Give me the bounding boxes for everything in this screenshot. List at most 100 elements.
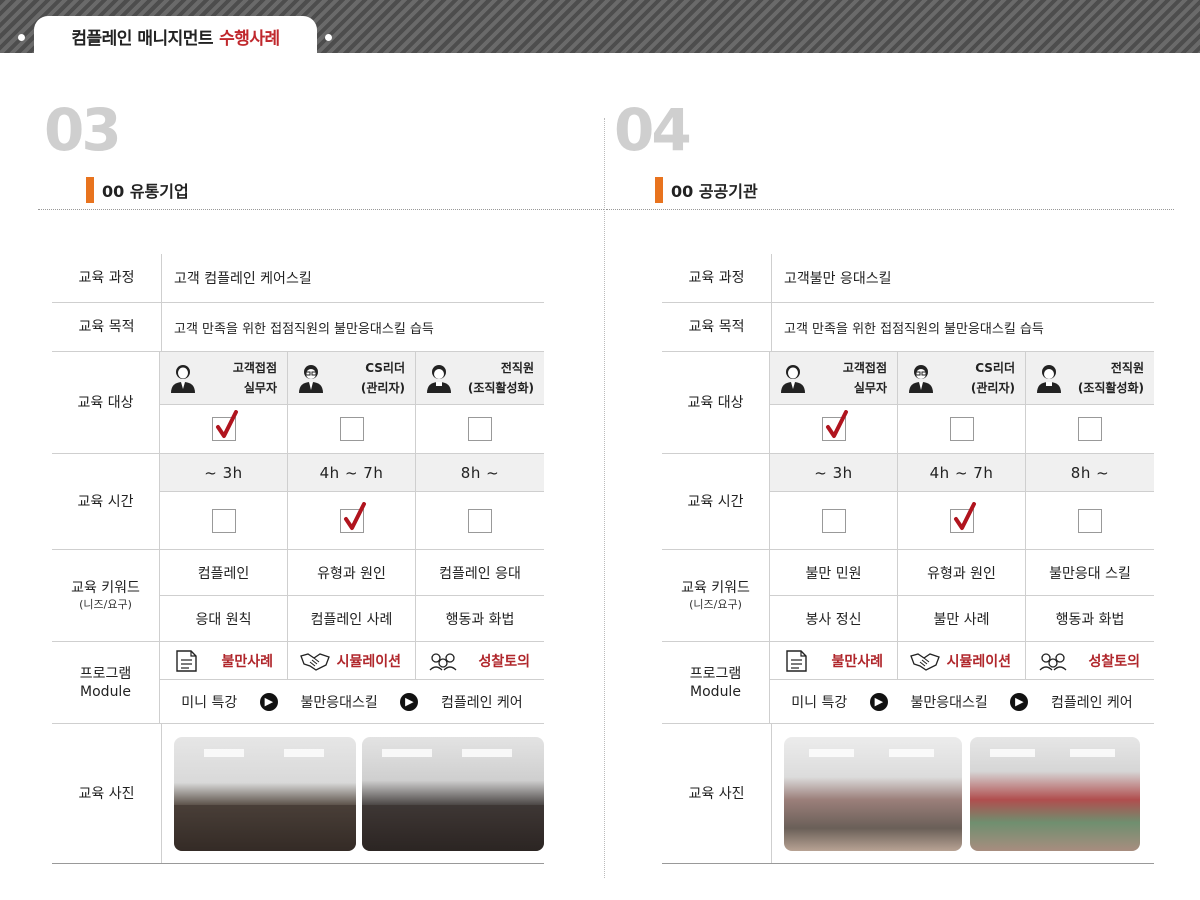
checkbox[interactable]	[468, 417, 492, 441]
target-cell: CS리더 (관리자)	[288, 352, 416, 404]
row-label: 교육 시간	[662, 454, 770, 549]
row-label: 프로그램 Module	[662, 642, 770, 723]
section-number: 04	[614, 96, 692, 164]
checkbox[interactable]	[211, 508, 236, 533]
header-dot-left	[18, 34, 25, 41]
time-check-cell	[1026, 492, 1154, 549]
program-cell: 시뮬레이션	[898, 642, 1026, 679]
program-name: 성찰토의	[1088, 653, 1140, 670]
target-line2: 실무자	[243, 381, 277, 395]
group-discussion-icon	[429, 652, 457, 670]
row-label: 교육 목적	[662, 303, 772, 351]
column-divider	[604, 118, 605, 878]
keyword-cell: 유형과 원인	[288, 550, 416, 595]
title-bar	[86, 177, 94, 203]
target-cell: 고객접점실무자	[770, 352, 898, 404]
training-photo	[970, 736, 1140, 851]
checkbox[interactable]	[339, 417, 364, 441]
header-title-accent: 수행사례	[219, 28, 280, 49]
time-option: ~ 3h	[204, 463, 243, 482]
program-name: 불만사례	[831, 653, 883, 670]
checkbox[interactable]	[949, 417, 974, 441]
flow-step: 미니 특강	[181, 694, 238, 711]
time-option: 8h ~	[1070, 463, 1110, 482]
program-name: 시뮬레이션	[946, 653, 1011, 670]
program-name: 성찰토의	[478, 653, 530, 670]
keyword-label: 교육 키워드	[71, 580, 140, 596]
time-option: 4h ~ 7h	[319, 463, 384, 482]
case-table: 교육 과정 고객불만 응대스킬 교육 목적 고객 만족을 위한 접점직원의 불만…	[662, 254, 1154, 864]
time-option: 4h ~ 7h	[929, 463, 994, 482]
target-line2: (조직활성화)	[1077, 381, 1144, 395]
keyword-sublabel: (니즈/요구)	[689, 598, 742, 611]
arrow-right-icon: ▶	[400, 692, 419, 711]
keyword-sublabel: (니즈/요구)	[79, 598, 132, 611]
keyword-cell: 컴플레인 응대	[439, 565, 521, 582]
keyword-cell: 컴플레인 사례	[288, 596, 416, 641]
program-cell: 성찰토의	[416, 642, 544, 679]
row-target: 교육 대상 고객접점 실무자 CS리더 (관리자) 전직원 (조직활성화)	[662, 352, 1154, 454]
row-label: 교육 시간	[52, 454, 160, 549]
checkbox[interactable]	[821, 508, 846, 533]
row-program: 프로그램 Module 불만사례 시뮬레이션 성찰토의 미니 특강 ▶ 불만응대…	[662, 642, 1154, 724]
row-label: 교육 과정	[52, 254, 162, 302]
target-line1: 고객접점	[842, 361, 887, 375]
section-title: 00 유통기업	[86, 177, 189, 203]
training-photo	[362, 736, 544, 851]
purpose-value: 고객 만족을 위한 접점직원의 불만응대스킬 습득	[174, 321, 434, 337]
checkbox[interactable]	[1078, 508, 1102, 533]
program-label: 프로그램	[689, 665, 742, 682]
section-org: 00 공공기관	[671, 182, 758, 201]
row-label: 교육 대상	[52, 352, 160, 453]
row-course: 교육 과정 고객 컴플레인 케어스킬	[52, 254, 544, 303]
keyword-cell: 불만 민원	[770, 550, 898, 595]
program-label: 프로그램	[79, 665, 132, 682]
program-sublabel: Module	[690, 683, 741, 700]
manager-icon	[299, 365, 323, 393]
manager-icon	[909, 365, 933, 393]
document-icon	[176, 649, 197, 672]
time-option: 8h ~	[460, 463, 500, 482]
program-cell: 성찰토의	[1026, 642, 1154, 679]
header-title: 컴플레인 매니지먼트	[71, 28, 214, 49]
row-purpose: 교육 목적 고객 만족을 위한 접점직원의 불만응대스킬 습득	[52, 303, 544, 352]
staff-icon	[1037, 365, 1061, 393]
keyword-cell: 컴플레인	[160, 550, 288, 595]
target-line1: 전직원	[1110, 361, 1144, 375]
row-program: 프로그램 Module 불만사례 시뮬레이션 성찰토의 미니 특강 ▶ 불만응대…	[52, 642, 544, 724]
row-label: 교육 목적	[52, 303, 162, 351]
target-check-cell	[416, 405, 544, 453]
checkbox[interactable]	[1078, 417, 1102, 441]
person-icon	[781, 365, 805, 393]
checkbox[interactable]	[468, 508, 492, 533]
handshake-icon	[300, 652, 330, 671]
target-line2: 실무자	[853, 381, 887, 395]
target-check-cell	[1026, 405, 1154, 453]
checkbox-checked[interactable]	[821, 410, 848, 441]
header-dot-right	[325, 34, 332, 41]
arrow-right-icon: ▶	[259, 692, 278, 711]
time-check-cell	[288, 492, 416, 549]
checkbox-checked[interactable]	[949, 501, 976, 533]
target-check-cell	[898, 405, 1026, 453]
keyword-cell: 행동과 화법	[1055, 611, 1125, 628]
course-value: 고객 컴플레인 케어스킬	[174, 271, 312, 287]
flow-step: 미니 특강	[791, 694, 848, 711]
time-check-cell	[416, 492, 544, 549]
keyword-cell: 행동과 화법	[445, 611, 515, 628]
row-label: 프로그램 Module	[52, 642, 160, 723]
purpose-value: 고객 만족을 위한 접점직원의 불만응대스킬 습득	[784, 321, 1044, 337]
section-divider	[38, 209, 604, 210]
keyword-cell: 응대 원칙	[160, 596, 288, 641]
keyword-cell: 유형과 원인	[898, 550, 1026, 595]
program-sublabel: Module	[80, 683, 131, 700]
program-cell: 시뮬레이션	[288, 642, 416, 679]
title-bar	[655, 177, 663, 203]
row-time: 교육 시간 ~ 3h 4h ~ 7h 8h ~	[52, 454, 544, 550]
program-name: 불만사례	[221, 653, 273, 670]
checkbox-checked[interactable]	[211, 410, 238, 441]
checkbox-checked[interactable]	[339, 501, 366, 533]
time-check-cell	[770, 492, 898, 549]
keyword-cell: 불만 사례	[898, 596, 1026, 641]
training-photo	[784, 736, 962, 851]
